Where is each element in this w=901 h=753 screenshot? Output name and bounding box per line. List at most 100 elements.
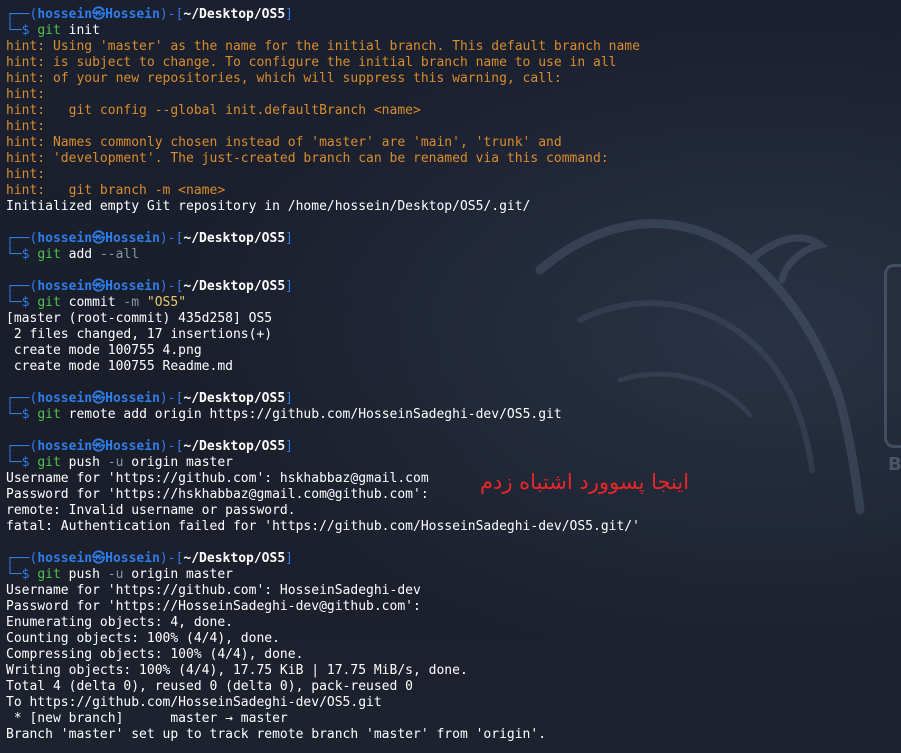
command-line[interactable]: └─$ git add --all [6,247,896,263]
hint-line: hint: Names commonly chosen instead of '… [6,135,562,150]
prompt-dollar: $ [21,407,38,422]
command-line[interactable]: └─$ git commit -m "OS5" [6,295,896,311]
prompt-frame-bottom: └─ [6,567,22,582]
command-argument: commit [60,295,124,310]
command-argument: -m [123,295,140,310]
command-argument: init [60,23,100,38]
command-program: git [37,455,61,470]
command-argument: -u [107,567,124,582]
prompt-frame-bottom: └─ [6,455,22,470]
command-argument: -u [107,455,124,470]
prompt-host: Hossein [105,7,160,22]
hint-line: hint: of your new repositories, which wi… [6,71,562,86]
prompt-frame-bottom: └─ [6,295,22,310]
prompt-frame: )-[ [159,7,184,22]
command-argument: push [60,455,108,470]
command-line[interactable]: └─$ git push -u origin master [6,567,896,583]
hint-line: hint: [6,167,46,182]
command-argument: add [60,247,100,262]
prompt-frame-top: ┌──( [6,391,38,406]
prompt-host: Hossein [105,439,160,454]
prompt-skull-icon: ㉿ [92,551,106,566]
prompt-frame-bottom: └─ [6,23,22,38]
output-line: fatal: Authentication failed for 'https:… [6,519,640,534]
prompt-frame-top: ┌──( [6,551,38,566]
prompt-frame-top: ┌──( [6,7,38,22]
prompt-dollar: $ [21,567,38,582]
prompt-user: hossein [37,279,93,294]
output-line: Total 4 (delta 0), reused 0 (delta 0), p… [6,679,413,694]
prompt-frame-close: ] [285,551,293,566]
prompt-path: ~/Desktop/OS5 [183,231,286,246]
hint-line: hint: git branch -m <name> [6,183,226,198]
prompt-frame: )-[ [159,551,184,566]
prompt-path: ~/Desktop/OS5 [183,279,286,294]
command-argument: push [60,567,108,582]
prompt-path: ~/Desktop/OS5 [183,391,286,406]
command-program: git [37,247,61,262]
output-line: Enumerating objects: 4, done. [6,615,233,630]
command-argument: remote add origin https://github.com/Hos… [60,407,562,422]
command-line[interactable]: └─$ git push -u origin master [6,455,896,471]
prompt-user: hossein [37,231,93,246]
command-line[interactable]: └─$ git remote add origin https://github… [6,407,896,423]
prompt-user: hossein [37,7,93,22]
prompt-frame: )-[ [159,391,184,406]
prompt-skull-icon: ㉿ [92,279,106,294]
output-line: Username for 'https://github.com': hskha… [6,471,429,486]
output-line: Branch 'master' set up to track remote b… [6,727,547,742]
prompt-user: hossein [37,391,93,406]
prompt-frame-close: ] [285,391,293,406]
command-argument: --all [99,247,140,262]
output-line: create mode 100755 4.png [6,343,202,358]
command-line[interactable]: └─$ git init [6,23,896,39]
prompt-skull-icon: ㉿ [92,7,106,22]
output-line: Initialized empty Git repository in /hom… [6,199,531,214]
command-argument: origin master [123,455,233,470]
prompt-host: Hossein [105,391,160,406]
output-line: Counting objects: 100% (4/4), done. [6,631,280,646]
command-argument [139,295,147,310]
prompt-header-line: ┌──(hossein㉿Hossein)-[~/Desktop/OS5] [6,7,896,23]
output-line: remote: Invalid username or password. [6,503,296,518]
prompt-host: Hossein [105,551,160,566]
command-argument: "OS5" [146,295,187,310]
prompt-frame-bottom: └─ [6,407,22,422]
hint-line: hint: [6,87,46,102]
prompt-frame-close: ] [285,7,293,22]
annotation-wrong-password-note: اینجا پسوورد اشتباه زدم [480,470,690,494]
prompt-frame: )-[ [159,439,184,454]
prompt-header-line: ┌──(hossein㉿Hossein)-[~/Desktop/OS5] [6,279,896,295]
prompt-skull-icon: ㉿ [92,439,106,454]
prompt-header-line: ┌──(hossein㉿Hossein)-[~/Desktop/OS5] [6,551,896,567]
prompt-frame-top: ┌──( [6,439,38,454]
prompt-skull-icon: ㉿ [92,231,106,246]
output-line: [master (root-commit) 435d258] OS5 [6,311,273,326]
prompt-path: ~/Desktop/OS5 [183,551,286,566]
hint-line: hint: 'development'. The just-created br… [6,151,609,166]
prompt-path: ~/Desktop/OS5 [183,439,286,454]
command-program: git [37,407,61,422]
prompt-header-line: ┌──(hossein㉿Hossein)-[~/Desktop/OS5] [6,439,896,455]
prompt-path: ~/Desktop/OS5 [183,7,286,22]
command-program: git [37,567,61,582]
prompt-frame-bottom: └─ [6,247,22,262]
prompt-header-line: ┌──(hossein㉿Hossein)-[~/Desktop/OS5] [6,391,896,407]
prompt-skull-icon: ㉿ [92,391,106,406]
hint-line: hint: git config --global init.defaultBr… [6,103,421,118]
prompt-frame-close: ] [285,439,293,454]
command-argument: origin master [123,567,233,582]
command-program: git [37,295,61,310]
output-line: Compressing objects: 100% (4/4), done. [6,647,304,662]
hint-line: hint: [6,119,46,134]
prompt-user: hossein [37,551,93,566]
prompt-dollar: $ [21,247,38,262]
terminal-output[interactable]: ┌──(hossein㉿Hossein)-[~/Desktop/OS5] └─$ … [6,7,896,743]
prompt-frame: )-[ [159,231,184,246]
output-line: To https://github.com/HosseinSadeghi-dev… [6,695,382,710]
